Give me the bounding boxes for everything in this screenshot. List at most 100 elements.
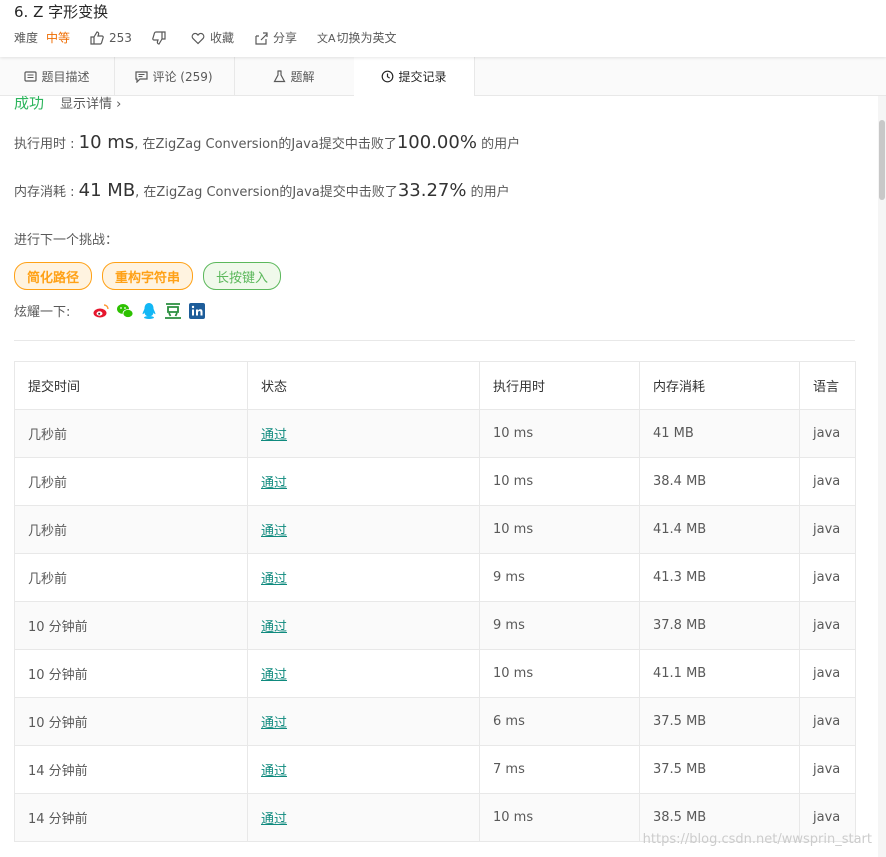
table-row: 10 分钟前 通过 10 ms 41.1 MB java: [14, 649, 856, 698]
tab-submissions[interactable]: 提交记录: [354, 57, 475, 96]
challenge-reorganize-string[interactable]: 重构字符串: [102, 262, 194, 290]
document-icon: [24, 70, 38, 83]
memory-text: , 在ZigZag Conversion的Java提交中击败了: [135, 185, 398, 200]
status-link[interactable]: 通过: [261, 812, 287, 827]
runtime-value: 10 ms: [78, 132, 135, 153]
runtime-cell: 7 ms: [479, 745, 640, 794]
scrollbar-thumb[interactable]: [879, 120, 885, 200]
language-cell: java: [799, 409, 856, 458]
thumbs-down-icon: [152, 30, 166, 45]
memory-value: 41 MB: [78, 180, 136, 201]
status-link[interactable]: 通过: [261, 764, 287, 779]
memory-suffix: 的用户: [466, 185, 510, 200]
status-cell: 通过: [247, 409, 480, 458]
col-header-submit-time[interactable]: 提交时间: [14, 361, 248, 410]
scrollbar[interactable]: [878, 96, 886, 857]
submit-time-cell: 几秒前: [14, 409, 248, 458]
difficulty-value: 中等: [46, 31, 71, 45]
problem-meta: 难度 中等 253 收藏 分享 文A 切换为英文: [14, 29, 417, 46]
share-label: 分享: [272, 31, 297, 45]
status-cell: 通过: [247, 649, 480, 698]
linkedin-icon[interactable]: [188, 302, 206, 320]
section-divider: [14, 340, 855, 341]
share-row-label: 炫耀一下:: [14, 305, 71, 320]
memory-stat: 内存消耗 : 41 MB, 在ZigZag Conversion的Java提交中…: [14, 180, 510, 201]
status-link[interactable]: 通过: [261, 668, 287, 683]
status-link[interactable]: 通过: [261, 524, 287, 539]
tab-submissions-label: 提交记录: [398, 70, 447, 84]
col-header-language[interactable]: 语言: [799, 361, 856, 410]
heart-icon: [191, 31, 205, 45]
status-link[interactable]: 通过: [261, 572, 287, 587]
tab-solutions-label: 题解: [290, 69, 315, 84]
weibo-icon[interactable]: [92, 302, 110, 320]
clock-icon: [381, 70, 394, 83]
difficulty: 难度 中等: [14, 29, 70, 46]
language-cell: java: [799, 697, 856, 746]
language-cell: java: [799, 457, 856, 506]
share-icon-list: [92, 302, 212, 320]
wechat-icon[interactable]: [116, 302, 134, 320]
dislike-button[interactable]: [152, 30, 171, 45]
chevron-right-icon: ›: [116, 97, 122, 112]
challenge-long-pressed-name[interactable]: 长按键入: [203, 262, 282, 290]
favorite-button[interactable]: 收藏: [191, 29, 234, 46]
table-row: 几秒前 通过 10 ms 38.4 MB java: [14, 457, 856, 506]
language-cell: java: [799, 745, 856, 794]
language-cell: java: [799, 505, 856, 554]
status-cell: 通过: [247, 697, 480, 746]
status-cell: 通过: [247, 505, 480, 554]
show-details-link[interactable]: 显示详情 ›: [60, 96, 121, 112]
memory-cell: 37.8 MB: [639, 601, 800, 650]
share-row: 炫耀一下:: [14, 301, 212, 320]
runtime-percent: 100.00%: [396, 132, 477, 153]
memory-cell: 41.3 MB: [639, 553, 800, 602]
memory-cell: 37.5 MB: [639, 697, 800, 746]
table-header-row: 提交时间 状态 执行用时 内存消耗 语言: [14, 361, 856, 410]
result-status: 成功 显示详情 ›: [14, 96, 121, 113]
col-header-runtime[interactable]: 执行用时: [479, 361, 640, 410]
tab-comments[interactable]: 评论 (259): [114, 57, 235, 95]
table-row: 几秒前 通过 9 ms 41.3 MB java: [14, 553, 856, 602]
runtime-text: , 在ZigZag Conversion的Java提交中击败了: [134, 137, 397, 152]
tab-description[interactable]: 题目描述: [0, 57, 115, 95]
language-cell: java: [799, 601, 856, 650]
runtime-cell: 10 ms: [479, 457, 640, 506]
share-icon: [254, 31, 268, 45]
table-row: 10 分钟前 通过 6 ms 37.5 MB java: [14, 697, 856, 746]
tab-solutions[interactable]: 题解: [234, 57, 355, 95]
challenge-simplify-path[interactable]: 简化路径: [14, 262, 93, 290]
memory-label: 内存消耗 :: [14, 185, 79, 200]
status-link[interactable]: 通过: [261, 428, 287, 443]
runtime-cell: 6 ms: [479, 697, 640, 746]
status-cell: 通过: [247, 553, 480, 602]
status-link[interactable]: 通过: [261, 620, 287, 635]
thumbs-up-icon: [90, 30, 104, 45]
status-cell: 通过: [247, 745, 480, 794]
table-row: 14 分钟前 通过 7 ms 37.5 MB java: [14, 745, 856, 794]
runtime-cell: 9 ms: [479, 601, 640, 650]
runtime-stat: 执行用时 : 10 ms, 在ZigZag Conversion的Java提交中…: [14, 132, 520, 153]
like-button[interactable]: 253: [90, 31, 132, 45]
memory-cell: 41.4 MB: [639, 505, 800, 554]
flask-icon: [273, 69, 286, 83]
col-header-status[interactable]: 状态: [247, 361, 480, 410]
language-cell: java: [799, 553, 856, 602]
next-challenge-label: 进行下一个挑战：: [14, 233, 119, 248]
share-button[interactable]: 分享: [254, 29, 297, 46]
douban-icon[interactable]: [164, 302, 182, 320]
like-count: 253: [109, 30, 132, 45]
status-link[interactable]: 通过: [261, 476, 287, 491]
qq-icon[interactable]: [140, 302, 158, 320]
col-header-memory[interactable]: 内存消耗: [639, 361, 800, 410]
runtime-cell: 10 ms: [479, 505, 640, 554]
runtime-cell: 10 ms: [479, 649, 640, 698]
runtime-cell: 10 ms: [479, 793, 640, 842]
problem-title: 6. Z 字形变换: [14, 3, 109, 21]
memory-cell: 38.4 MB: [639, 457, 800, 506]
switch-language-button[interactable]: 文A 切换为英文: [317, 29, 397, 46]
favorite-label: 收藏: [209, 31, 234, 45]
difficulty-label: 难度: [14, 31, 39, 45]
status-link[interactable]: 通过: [261, 716, 287, 731]
tab-description-label: 题目描述: [41, 69, 90, 84]
